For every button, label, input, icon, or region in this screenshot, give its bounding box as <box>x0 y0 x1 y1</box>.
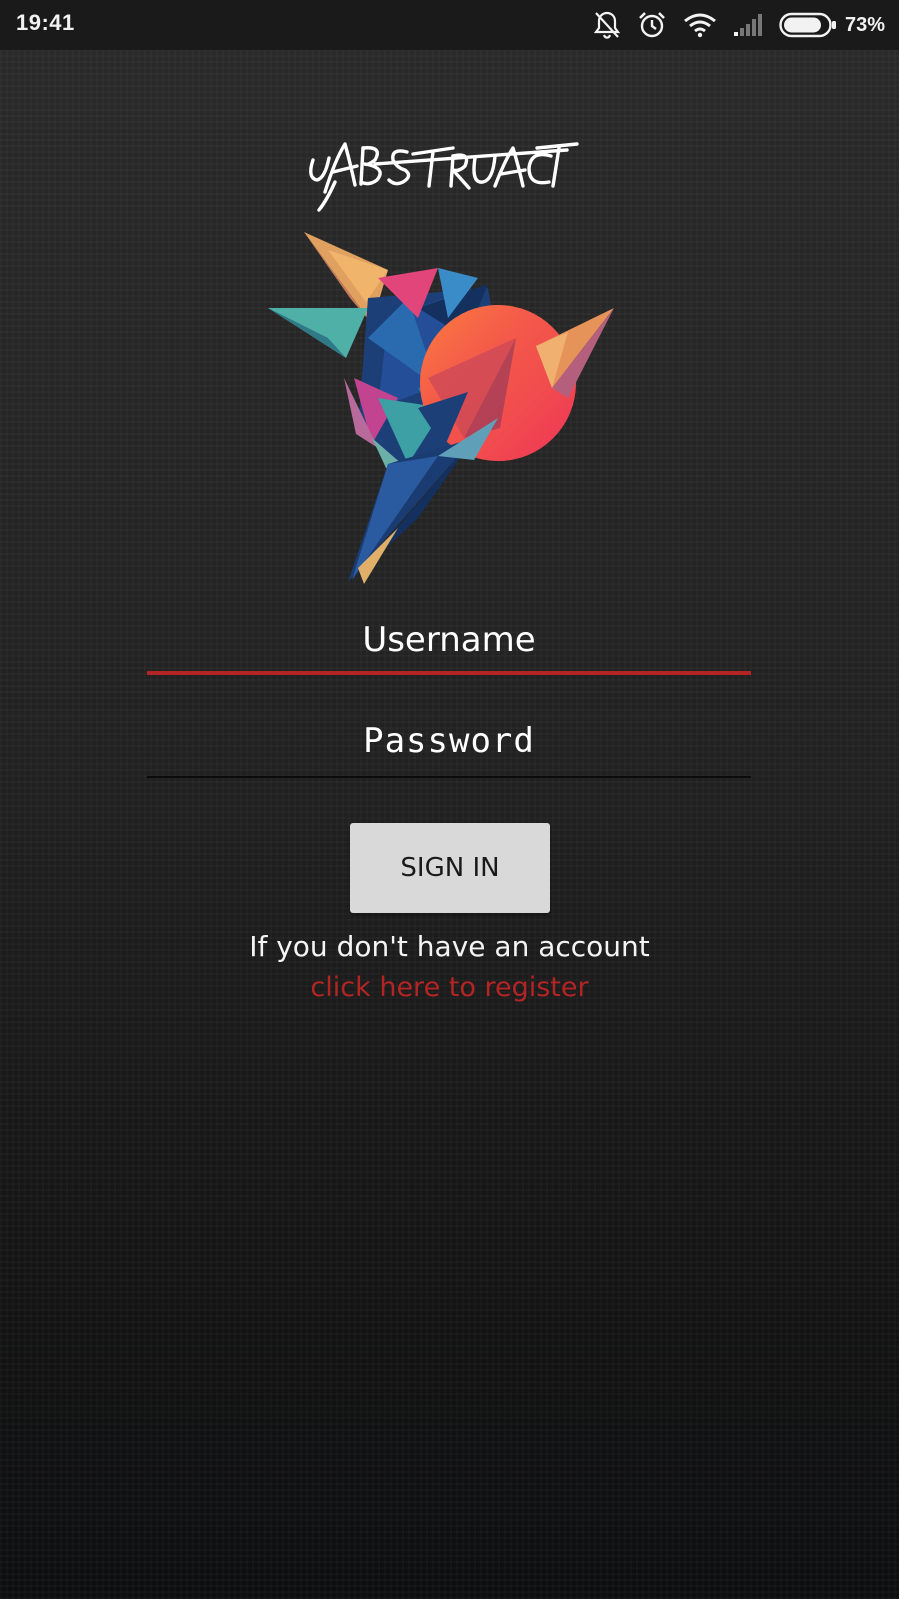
username-placeholder: Username <box>362 620 536 660</box>
password-placeholder: Password <box>363 721 535 761</box>
battery-percent: 73% <box>844 13 885 36</box>
username-underline <box>147 671 751 675</box>
register-prompt: If you don't have an account <box>249 930 650 963</box>
alarm-icon <box>637 10 667 40</box>
username-field[interactable]: Username <box>147 615 751 675</box>
password-field[interactable]: Password <box>147 716 751 778</box>
sign-in-button[interactable]: SIGN IN <box>350 823 550 913</box>
status-icons: 73% <box>593 8 885 42</box>
status-bar: 19:41 73% <box>0 0 899 50</box>
login-screen: 19:41 73% Username Password SIGN IN If y… <box>0 0 899 1599</box>
status-time: 19:41 <box>16 10 75 35</box>
signal-icon <box>733 13 763 37</box>
polygon-bird-icon <box>268 232 614 584</box>
battery-icon <box>779 12 837 38</box>
register-link[interactable]: click here to register <box>0 972 899 1003</box>
password-underline <box>147 776 751 778</box>
abstract-wordmark-logo <box>309 142 579 212</box>
notifications-off-icon <box>593 10 621 40</box>
wifi-icon <box>683 12 717 38</box>
